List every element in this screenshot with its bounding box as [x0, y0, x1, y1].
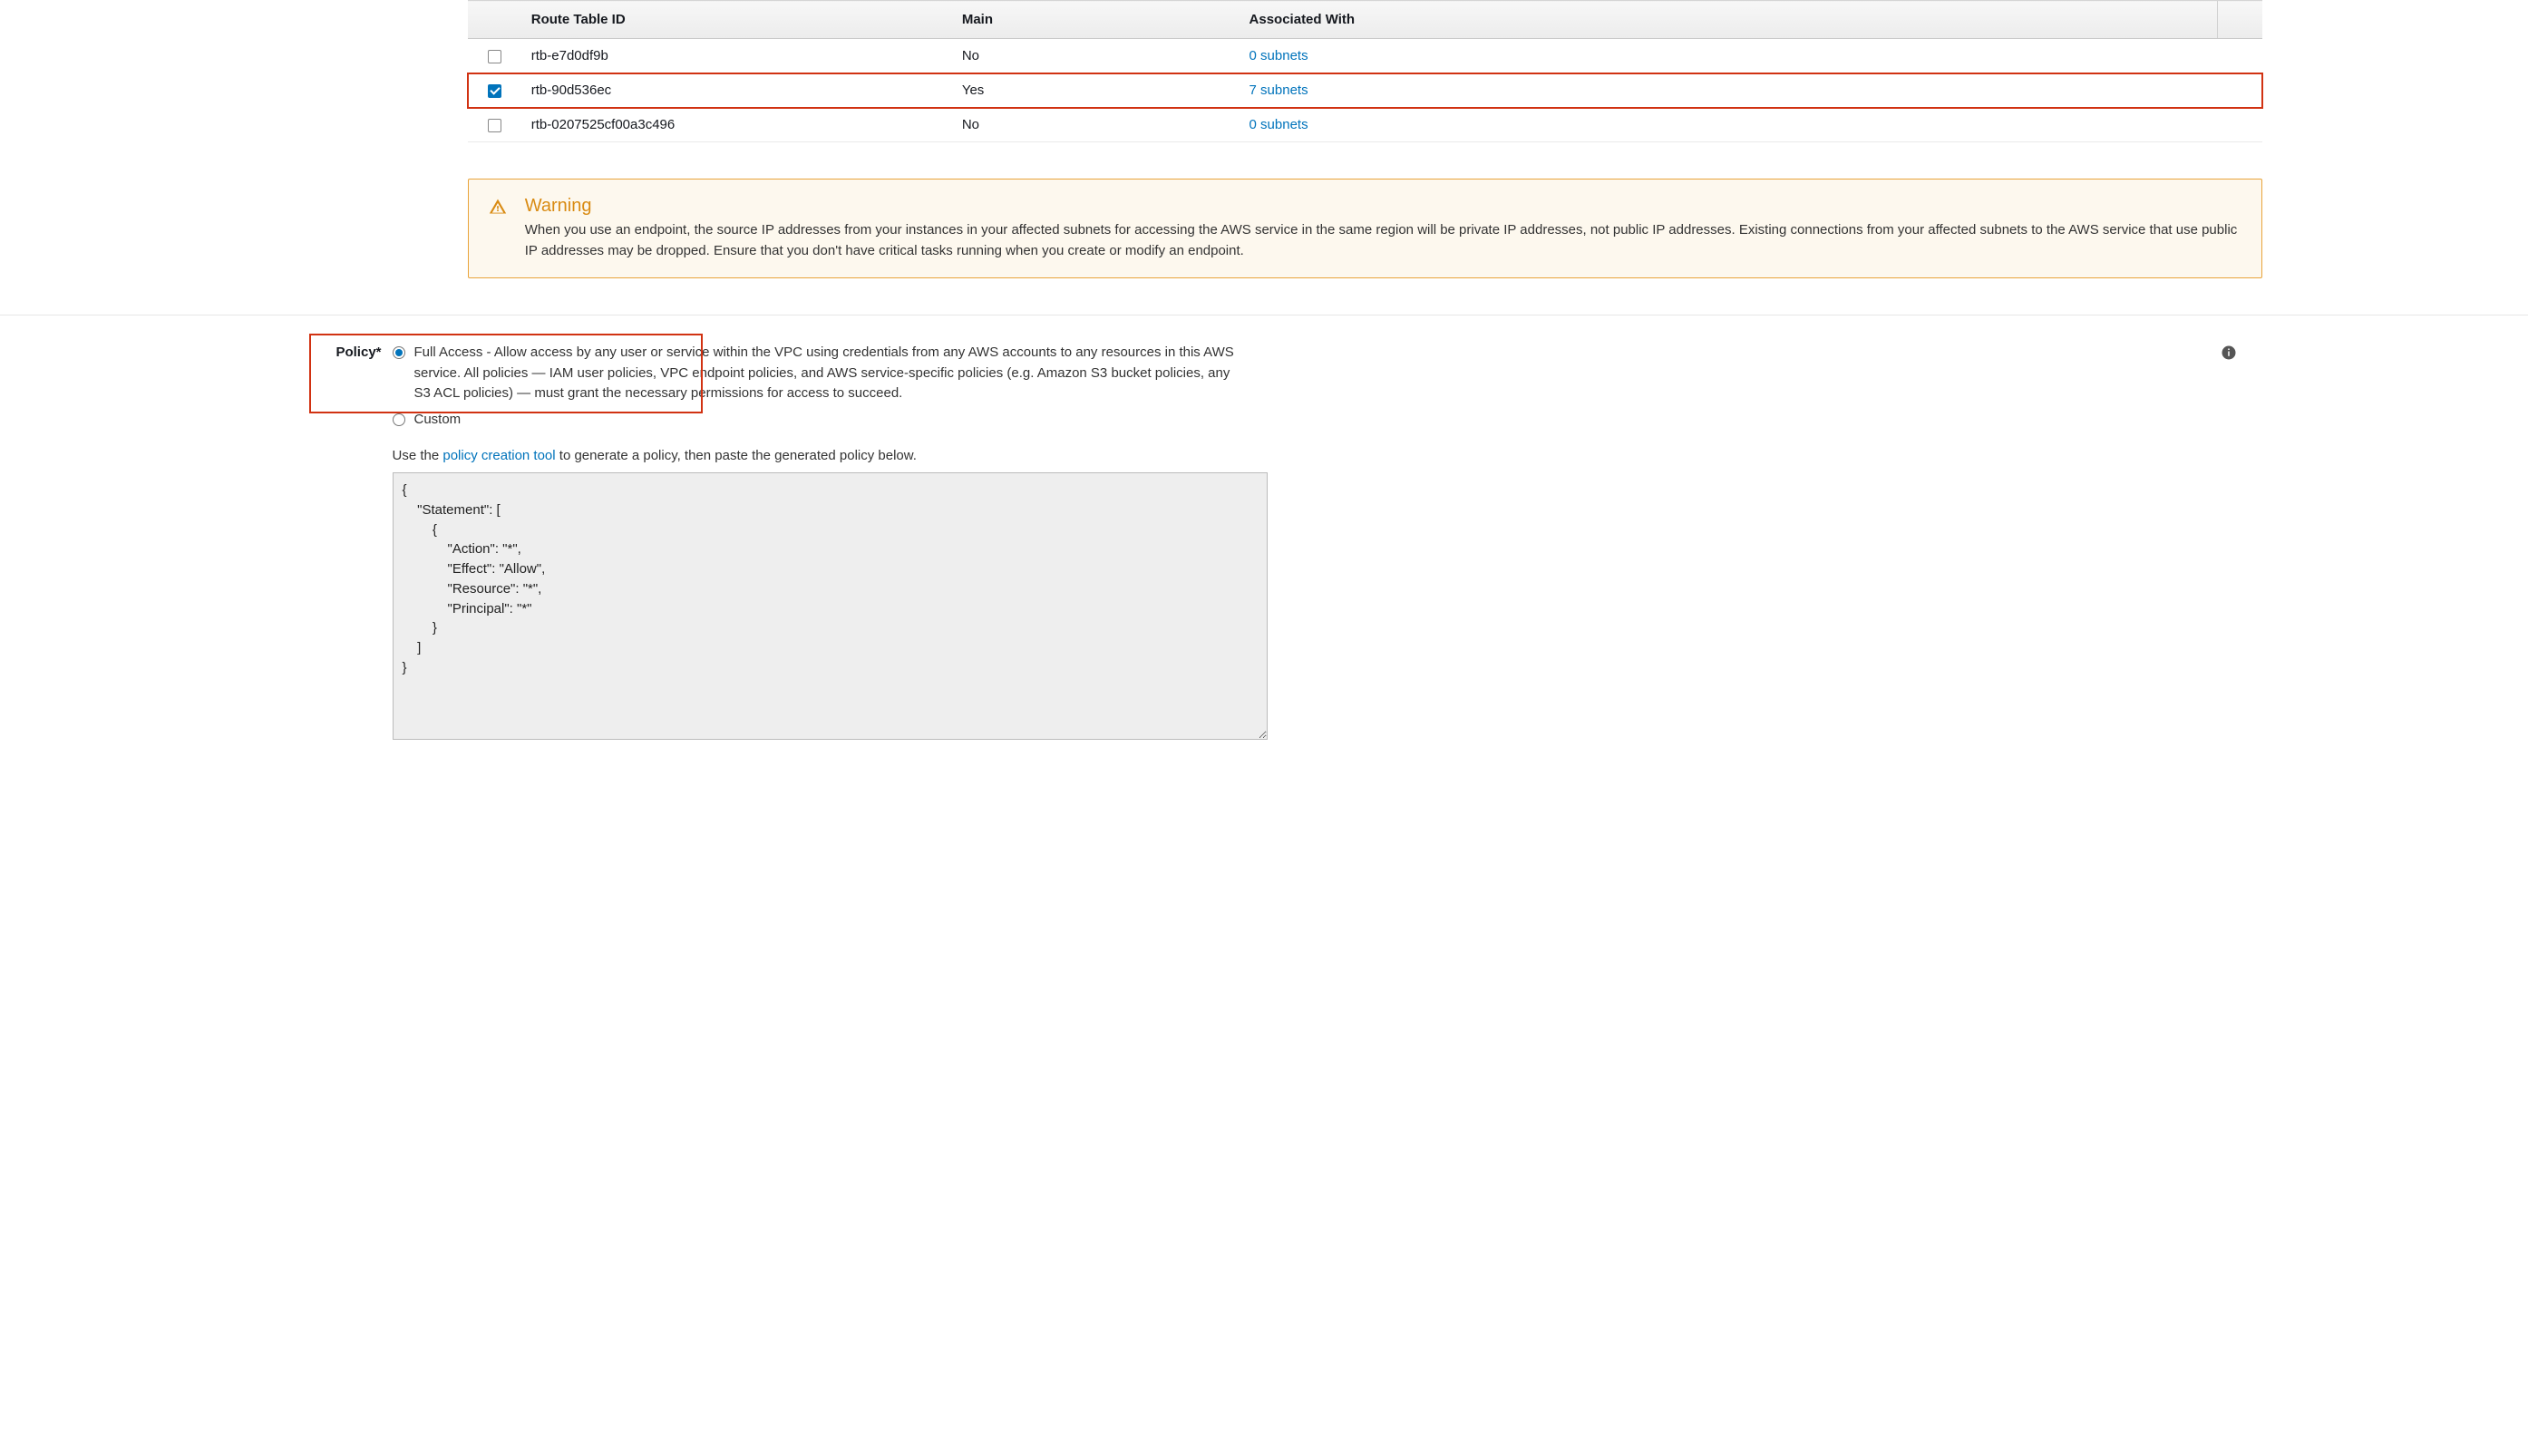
main-cell: No	[953, 39, 1240, 73]
route-table-id-cell: rtb-90d536ec	[522, 73, 953, 108]
main-cell: Yes	[953, 73, 1240, 108]
row-spacer	[2217, 108, 2262, 142]
associated-with-cell: 7 subnets	[1240, 73, 2218, 108]
table-row[interactable]: rtb-0207525cf00a3c496No 0 subnets	[468, 108, 2262, 142]
header-spacer	[2217, 1, 2262, 39]
header-checkbox-col	[468, 1, 522, 39]
row-spacer	[2217, 73, 2262, 108]
associated-with-cell: 0 subnets	[1240, 108, 2218, 142]
route-table-header-row: Route Table ID Main Associated With	[468, 1, 2262, 39]
radio-custom[interactable]	[393, 413, 405, 426]
header-route-table-id: Route Table ID	[522, 1, 953, 39]
radio-full-access[interactable]	[393, 346, 405, 359]
row-checkbox[interactable]	[488, 84, 501, 98]
route-table-id-cell: rtb-e7d0df9b	[522, 39, 953, 73]
warning-text: When you use an endpoint, the source IP …	[525, 220, 2241, 261]
row-checkbox[interactable]	[488, 119, 501, 132]
subnets-link[interactable]: 0 subnets	[1249, 48, 1308, 63]
policy-document-textarea[interactable]	[393, 472, 1268, 740]
subnets-link[interactable]: 0 subnets	[1249, 117, 1308, 132]
subnets-link[interactable]: 7 subnets	[1249, 83, 1308, 98]
header-associated-with: Associated With	[1240, 1, 2218, 39]
row-checkbox-cell	[468, 73, 522, 108]
route-table: Route Table ID Main Associated With rtb-…	[468, 0, 2262, 142]
policy-hint-prefix: Use the	[393, 448, 443, 463]
main-cell: No	[953, 108, 1240, 142]
policy-label: Policy*	[316, 343, 382, 360]
warning-title: Warning	[525, 196, 2241, 217]
table-row[interactable]: rtb-90d536ecYes 7 subnets	[468, 73, 2262, 108]
route-table-id-cell: rtb-0207525cf00a3c496	[522, 108, 953, 142]
row-checkbox-cell	[468, 108, 522, 142]
route-table-section: Route Table ID Main Associated With rtb-…	[468, 0, 2262, 142]
policy-hint: Use the policy creation tool to generate…	[393, 448, 2238, 463]
row-checkbox[interactable]	[488, 50, 501, 63]
radio-full-access-label: Full Access - Allow access by any user o…	[414, 343, 1249, 404]
policy-section: Policy* Full Access - Allow access by an…	[316, 343, 2238, 743]
policy-creation-tool-link[interactable]: policy creation tool	[442, 448, 555, 463]
associated-with-cell: 0 subnets	[1240, 39, 2218, 73]
table-row[interactable]: rtb-e7d0df9bNo 0 subnets	[468, 39, 2262, 73]
policy-hint-suffix: to generate a policy, then paste the gen…	[556, 448, 917, 463]
warning-icon	[489, 198, 507, 218]
row-checkbox-cell	[468, 39, 522, 73]
warning-box: Warning When you use an endpoint, the so…	[468, 179, 2262, 278]
header-main: Main	[953, 1, 1240, 39]
info-icon[interactable]	[2221, 345, 2237, 364]
radio-custom-label: Custom	[414, 410, 462, 431]
row-spacer	[2217, 39, 2262, 73]
